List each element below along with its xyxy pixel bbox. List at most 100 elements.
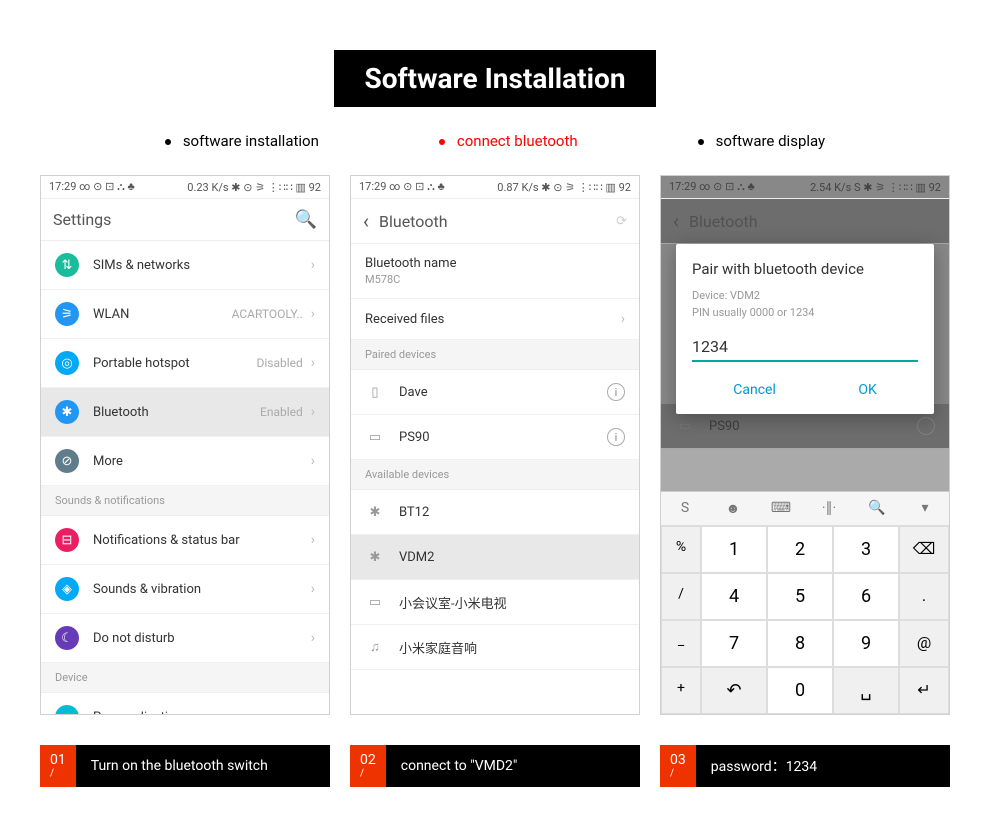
kbd-4-key[interactable]: 4 bbox=[701, 573, 767, 620]
kbd-8-key[interactable]: 8 bbox=[767, 620, 833, 667]
kbd-toolbar-key[interactable]: ▾ bbox=[901, 492, 949, 525]
pair-dialog: Pair with bluetooth device Device: VDM2 … bbox=[676, 244, 934, 414]
dialog-hint: PIN usually 0000 or 1234 bbox=[692, 305, 918, 322]
phone-settings: 17:29 ∞ ⊙ ⊡ ⛬ ♣ 0.23 K/s ✱ ⊙ ⚞ ⋮∷∷ ▥ 92 … bbox=[40, 175, 330, 715]
settings-row[interactable]: ⚞ WLAN ACARTOOLY.. › bbox=[41, 290, 329, 339]
section-device: Device bbox=[41, 663, 329, 693]
info-icon: i bbox=[917, 417, 935, 435]
kbd-1-key[interactable]: 1 bbox=[701, 526, 767, 573]
row-label: WLAN bbox=[93, 307, 232, 322]
bt-device-row[interactable]: ✱ VDM2 bbox=[351, 535, 639, 580]
kbd-plus-key[interactable]: + bbox=[661, 667, 701, 714]
row-label: Bluetooth bbox=[93, 405, 260, 420]
kbd-undo-key[interactable]: ↶ bbox=[701, 667, 767, 714]
row-label: Personalization bbox=[93, 710, 311, 716]
refresh-icon[interactable]: ⟳ bbox=[616, 214, 627, 229]
kbd-toolbar-key[interactable]: 🔍 bbox=[853, 492, 901, 525]
device-icon: ▭ bbox=[365, 427, 385, 447]
header-title: Settings bbox=[53, 210, 295, 229]
info-icon[interactable]: i bbox=[607, 383, 625, 401]
chevron-right-icon: › bbox=[311, 453, 315, 469]
step-number: 02/ bbox=[350, 745, 386, 787]
row-icon: ⊟ bbox=[55, 528, 79, 552]
phone-bluetooth-list: 17:29 ∞ ⊙ ⊡ ⛬ ♣ 0.87 K/s ✱ ⊙ ⚞ ⋮∷∷ ▥ 92 … bbox=[350, 175, 640, 715]
tab-display[interactable]: software display bbox=[698, 132, 826, 150]
settings-row[interactable]: ◈ Sounds & vibration › bbox=[41, 565, 329, 614]
bluetooth-header: ‹ Bluetooth ⟳ bbox=[351, 199, 639, 244]
back-icon[interactable]: ‹ bbox=[363, 209, 369, 233]
laptop-icon: ▭ bbox=[675, 416, 695, 436]
step-number: 01/ bbox=[40, 745, 76, 787]
row-label: Portable hotspot bbox=[93, 356, 256, 371]
step-text: Turn on the bluetooth switch bbox=[76, 758, 283, 774]
bt-device-row[interactable]: ✱ BT12 bbox=[351, 490, 639, 535]
page-title: Software Installation bbox=[334, 50, 655, 107]
kbd-underscore-key[interactable]: _ bbox=[661, 620, 701, 667]
search-icon[interactable]: 🔍 bbox=[295, 209, 317, 230]
device-icon: ♫ bbox=[365, 637, 385, 657]
kbd-toolbar-key[interactable]: ⌨ bbox=[757, 492, 805, 525]
phone-pair-dialog: 17:29 ∞ ⊙ ⊡ ⛬ ♣ 2.54 K/s S ✱ ⚞ ⋮∷∷ ▥ 92 … bbox=[660, 175, 950, 715]
pin-input[interactable]: 1234 bbox=[692, 331, 918, 362]
device-icon: ✱ bbox=[365, 502, 385, 522]
settings-row[interactable]: ◎ Portable hotspot Disabled › bbox=[41, 339, 329, 388]
kbd-2-key[interactable]: 2 bbox=[767, 526, 833, 573]
kbd-toolbar-key[interactable]: S bbox=[661, 492, 709, 525]
device-label: PS90 bbox=[399, 430, 607, 445]
kbd-slash-key[interactable]: / bbox=[661, 573, 701, 620]
settings-row[interactable]: ⇅ SIMs & networks › bbox=[41, 241, 329, 290]
device-label: Dave bbox=[399, 385, 607, 400]
kbd-toolbar-key[interactable]: ·∥· bbox=[805, 492, 853, 525]
row-icon: ⇅ bbox=[55, 253, 79, 277]
kbd-7-key[interactable]: 7 bbox=[701, 620, 767, 667]
cancel-button[interactable]: Cancel bbox=[733, 382, 776, 398]
kbd-space-key[interactable]: ␣ bbox=[833, 667, 899, 714]
row-icon: ⊘ bbox=[55, 449, 79, 473]
row-icon: ◎ bbox=[55, 351, 79, 375]
bt-name-label: Bluetooth name bbox=[365, 256, 625, 271]
kbd-9-key[interactable]: 9 bbox=[833, 620, 899, 667]
step-item: 02/ connect to "VMD2" bbox=[350, 745, 640, 787]
received-files-row[interactable]: Received files › bbox=[351, 299, 639, 340]
section-paired: Paired devices bbox=[351, 340, 639, 370]
kbd-percent-key[interactable]: % bbox=[661, 526, 701, 573]
section-sounds: Sounds & notifications bbox=[41, 486, 329, 516]
info-icon[interactable]: i bbox=[607, 428, 625, 446]
kbd-enter-key[interactable]: ↵ bbox=[899, 667, 949, 714]
ok-button[interactable]: OK bbox=[858, 382, 876, 398]
status-bar: 17:29 ∞ ⊙ ⊡ ⛬ ♣ 0.23 K/s ✱ ⊙ ⚞ ⋮∷∷ ▥ 92 bbox=[41, 176, 329, 199]
chevron-right-icon: › bbox=[311, 355, 315, 371]
kbd-6-key[interactable]: 6 bbox=[833, 573, 899, 620]
row-label: Do not disturb bbox=[93, 631, 311, 646]
kbd-toolbar-key[interactable]: ☻ bbox=[709, 492, 757, 525]
bt-device-row[interactable]: ▯ Dave i bbox=[351, 370, 639, 415]
kbd-at-key[interactable]: @ bbox=[899, 620, 949, 667]
row-label: Sounds & vibration bbox=[93, 582, 311, 597]
settings-row[interactable]: ☾ Do not disturb › bbox=[41, 614, 329, 663]
kbd-dot-key[interactable]: . bbox=[899, 573, 949, 620]
status-bar: 17:29 ∞ ⊙ ⊡ ⛬ ♣ 0.87 K/s ✱ ⊙ ⚞ ⋮∷∷ ▥ 92 bbox=[351, 176, 639, 199]
tab-install[interactable]: software installation bbox=[165, 132, 319, 150]
kbd-3-key[interactable]: 3 bbox=[833, 526, 899, 573]
numeric-keyboard: S☻⌨·∥·🔍▾ % 1 2 3 ⌫ / 4 5 6 . _ 7 8 9 @ +… bbox=[661, 491, 949, 714]
kbd-0-key[interactable]: 0 bbox=[767, 667, 833, 714]
settings-row[interactable]: ✱ Bluetooth Enabled › bbox=[41, 388, 329, 437]
settings-header: Settings 🔍 bbox=[41, 199, 329, 241]
bt-device-row[interactable]: ▭ 小会议室-小米电视 bbox=[351, 580, 639, 625]
row-value: Enabled bbox=[260, 405, 303, 419]
step-item: 03/ password：1234 bbox=[660, 745, 950, 787]
step-number: 03/ bbox=[660, 745, 696, 787]
bt-device-row[interactable]: ▭ PS90 i bbox=[351, 415, 639, 460]
settings-row[interactable]: ⊘ More › bbox=[41, 437, 329, 486]
chevron-right-icon: › bbox=[621, 311, 625, 327]
row-value: ACARTOOLY.. bbox=[232, 307, 303, 321]
device-label: 小会议室-小米电视 bbox=[399, 593, 625, 612]
tab-connect[interactable]: connect bluetooth bbox=[439, 132, 578, 150]
settings-row[interactable]: ⊟ Notifications & status bar › bbox=[41, 516, 329, 565]
settings-row[interactable]: ⌂ Personalization › bbox=[41, 693, 329, 715]
bt-device-row[interactable]: ♫ 小米家庭音响 bbox=[351, 625, 639, 670]
kbd-backspace-key[interactable]: ⌫ bbox=[899, 526, 949, 573]
kbd-5-key[interactable]: 5 bbox=[767, 573, 833, 620]
status-bar: 17:29 ∞ ⊙ ⊡ ⛬ ♣ 2.54 K/s S ✱ ⚞ ⋮∷∷ ▥ 92 bbox=[661, 176, 949, 199]
bluetooth-name-row[interactable]: Bluetooth name M578C bbox=[351, 244, 639, 299]
